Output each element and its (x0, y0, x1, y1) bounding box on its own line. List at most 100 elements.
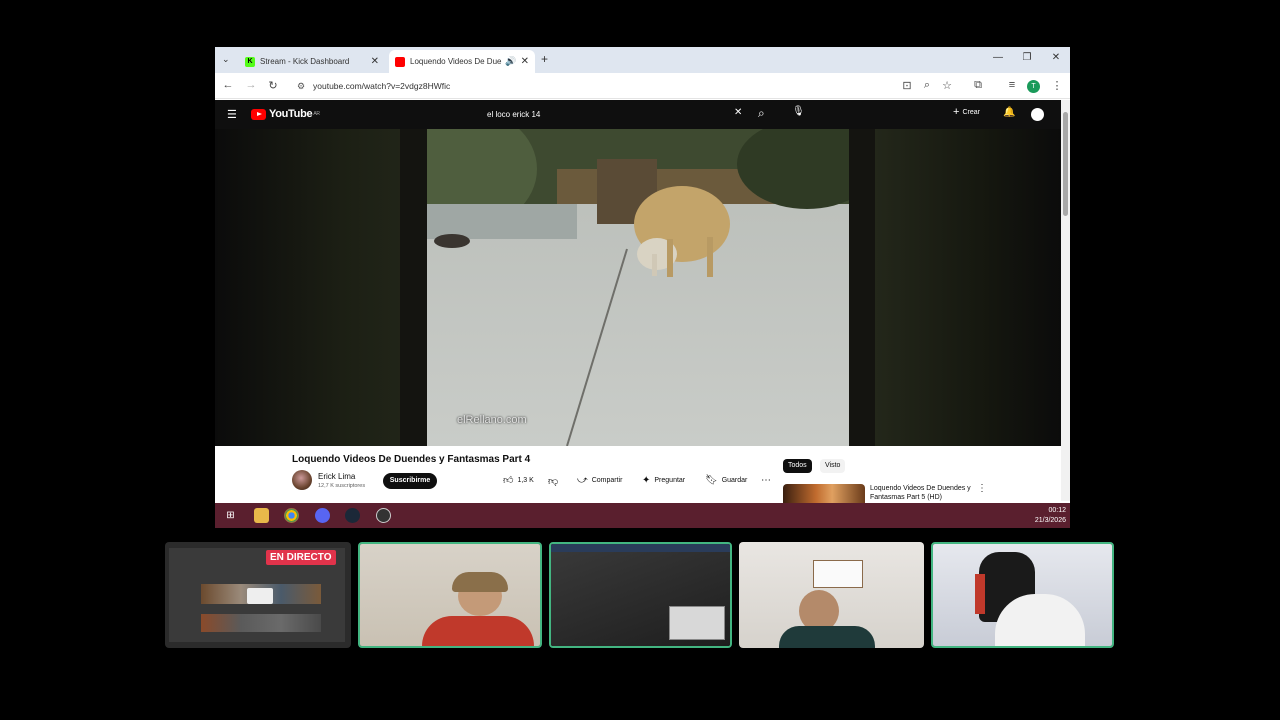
scrollbar-thumb[interactable] (1063, 112, 1068, 216)
subscriber-count: 12,7 K suscriptores (318, 483, 366, 489)
search-input[interactable]: el loco erick 14 (483, 106, 743, 123)
youtube-favicon-icon (395, 56, 405, 67)
file-explorer-icon[interactable] (254, 508, 269, 523)
windows-start-icon[interactable]: ⊞ (223, 508, 238, 523)
ask-label: Preguntar (654, 477, 686, 484)
close-tab-icon[interactable]: ✕ (521, 56, 529, 67)
save-label: Guardar (721, 477, 748, 484)
like-button[interactable]: 👍︎ 1,3 K (503, 473, 534, 489)
tab-title: Loquendo Videos De Duendes (410, 57, 502, 66)
forward-icon[interactable]: → (244, 79, 258, 91)
steam-icon[interactable] (345, 508, 360, 523)
video-title: Loquendo Videos De Duendes y Fantasmas P… (292, 454, 531, 465)
dislike-icon[interactable]: 👎︎ (548, 475, 558, 487)
account-avatar[interactable] (1031, 108, 1044, 121)
participant-tile[interactable] (931, 542, 1114, 648)
search-icon[interactable]: ⌕ (758, 106, 765, 121)
clear-search-icon[interactable]: ✕ (734, 107, 742, 118)
letterbox-left (400, 129, 427, 446)
notifications-bell-icon[interactable]: 🔔 (1003, 107, 1015, 118)
speaker-audio-icon[interactable]: 🔊 (505, 56, 516, 67)
zoom-icon[interactable]: ⌕ (920, 79, 934, 92)
restore-icon[interactable]: ❐ (1020, 52, 1034, 63)
letterbox-right (849, 129, 875, 446)
participant-tile[interactable] (549, 542, 732, 648)
url-text: youtube.com/watch?v=2vdgz8HWfic (313, 81, 451, 91)
kick-favicon-icon: K (245, 56, 255, 67)
video-scene (427, 129, 849, 446)
chip-all[interactable]: Todos (783, 459, 812, 473)
related-video-title[interactable]: Loquendo Videos De Duendes y Fantasmas P… (870, 484, 980, 502)
windows-taskbar: ⊞ 00:12 21/3/2026 (215, 503, 1070, 528)
chrome-icon[interactable] (284, 508, 299, 523)
chair-accent (975, 574, 985, 614)
person-shirt (422, 616, 534, 646)
install-app-icon[interactable]: ⊡ (900, 79, 914, 92)
logo-region: AR (313, 111, 320, 117)
ask-button[interactable]: ✦ Preguntar (642, 473, 685, 489)
system-clock[interactable]: 00:12 21/3/2026 (1035, 506, 1066, 526)
webcam-feed (551, 544, 730, 646)
share-label: Compartir (591, 477, 623, 484)
sparkle-icon: ✦ (642, 475, 651, 486)
video-frame[interactable]: elRellano.com (427, 129, 849, 446)
share-button[interactable]: ⤻ Compartir (577, 473, 622, 489)
person-cap (452, 572, 508, 592)
more-actions-icon[interactable]: ⋯ (761, 475, 771, 486)
webcam-feed (360, 544, 540, 646)
site-info-icon[interactable]: ⚙ (297, 76, 305, 96)
wall-picture (813, 560, 863, 588)
profile-avatar[interactable]: T (1027, 80, 1040, 93)
clock-time: 00:12 (1048, 507, 1066, 514)
chip-watched[interactable]: Visto (820, 459, 846, 473)
screen-header (551, 544, 730, 552)
browser-toolbar: ← → ↻ ⚙ youtube.com/watch?v=2vdgz8HWfic … (215, 73, 1070, 99)
microphone-icon[interactable]: 🎙 (792, 106, 805, 117)
participant-tile[interactable] (358, 542, 542, 648)
create-button[interactable]: + Crear (953, 106, 980, 118)
page-scrollbar[interactable] (1061, 100, 1070, 501)
webcam-feed (933, 544, 1112, 646)
bookmark-star-icon[interactable]: ☆ (940, 79, 954, 92)
subscribe-button[interactable]: Suscribirme (383, 473, 437, 489)
ambient-right (875, 129, 1061, 446)
youtube-page: ☰ YouTube AR el loco erick 14 ✕ ⌕ 🎙 + Cr… (215, 100, 1061, 528)
tab-youtube-video[interactable]: Loquendo Videos De Duendes 🔊 ✕ (389, 50, 535, 73)
close-tab-icon[interactable]: ✕ (371, 56, 379, 67)
new-tab-plus-icon[interactable]: + (541, 52, 548, 66)
media-control-icon[interactable]: ≡ (1005, 79, 1019, 91)
hamburger-menu-icon[interactable]: ☰ (227, 108, 237, 121)
window-close-icon[interactable]: ✕ (1049, 52, 1063, 63)
tab-title: Stream - Kick Dashboard (260, 57, 350, 66)
plus-icon: + (953, 106, 960, 118)
like-count: 1,3 K (517, 477, 534, 484)
tab-search-chevron-icon[interactable]: ⌄ (222, 54, 230, 65)
video-player[interactable]: elRellano.com (215, 129, 1061, 446)
person-shirt (779, 626, 875, 648)
mini-screen (669, 606, 725, 640)
participant-tile[interactable] (739, 542, 924, 648)
tab-kick-dashboard[interactable]: K Stream - Kick Dashboard ✕ (239, 50, 385, 73)
discord-icon[interactable] (315, 508, 330, 523)
thumbs-up-icon: 👍︎ (503, 475, 514, 486)
browser-menu-icon[interactable]: ⋮ (1050, 79, 1064, 92)
logo-text: YouTube (269, 108, 313, 120)
reload-icon[interactable]: ↻ (266, 79, 280, 92)
share-icon: ⤻ (577, 475, 588, 486)
obs-icon[interactable] (376, 508, 391, 523)
video-watermark: elRellano.com (457, 414, 527, 426)
stream-preview-tile[interactable]: EN DIRECTO (165, 542, 351, 648)
back-icon[interactable]: ← (221, 79, 235, 91)
thumbnail-row (201, 614, 321, 632)
address-bar[interactable]: ⚙ youtube.com/watch?v=2vdgz8HWfic (289, 76, 889, 96)
search-query-text: el loco erick 14 (487, 110, 541, 119)
live-badge: EN DIRECTO (266, 550, 336, 565)
youtube-logo[interactable]: YouTube AR (251, 108, 320, 120)
channel-avatar[interactable] (292, 470, 312, 490)
related-more-icon[interactable]: ⋮ (977, 483, 987, 494)
save-button[interactable]: 🔖︎ Guardar (705, 473, 747, 489)
channel-name[interactable]: Erick Lima (318, 472, 355, 481)
screen-icon (247, 588, 273, 604)
minimize-icon[interactable]: — (991, 52, 1005, 63)
extensions-icon[interactable]: ⧉ (971, 79, 985, 92)
